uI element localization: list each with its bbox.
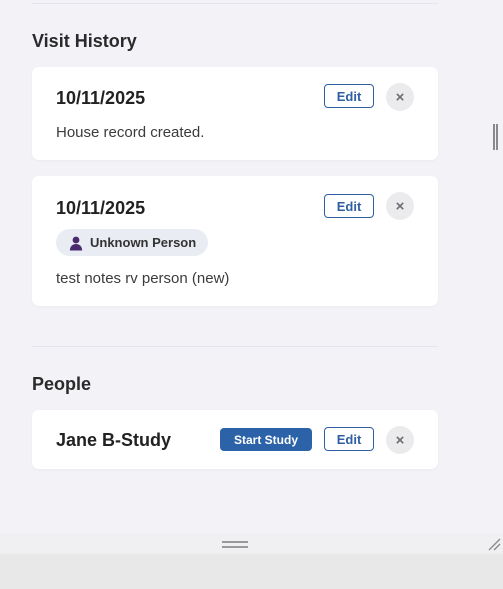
delete-visit-button[interactable]: ×	[386, 83, 414, 111]
visit-date: 10/11/2025	[56, 88, 146, 108]
visit-history-heading: Visit History	[32, 31, 137, 51]
person-name: Jane B-Study	[56, 430, 172, 450]
close-icon: ×	[395, 197, 405, 215]
drag-handle-icon[interactable]	[222, 541, 248, 548]
resize-corner-icon[interactable]	[487, 537, 501, 551]
visit-note: House record created.	[56, 124, 205, 141]
person-icon	[69, 236, 83, 250]
visit-note: test notes rv person (new)	[56, 270, 230, 287]
details-panel: Visit History 10/11/2025 Edit × House re…	[0, 0, 503, 534]
bottom-bar	[0, 554, 503, 589]
delete-person-button[interactable]: ×	[386, 426, 414, 454]
visit-card: 10/11/2025 Edit × Unknown Person test no…	[32, 176, 438, 306]
person-badge[interactable]: Unknown Person	[56, 229, 209, 256]
close-icon: ×	[395, 88, 405, 106]
top-divider	[32, 3, 438, 4]
scrollbar-thumb[interactable]	[493, 124, 498, 150]
edit-visit-button[interactable]: Edit	[324, 84, 374, 108]
person-badge-label: Unknown Person	[90, 235, 197, 250]
close-icon: ×	[395, 431, 405, 449]
people-heading: People	[32, 374, 92, 394]
delete-visit-button[interactable]: ×	[386, 192, 414, 220]
person-card: Jane B-Study Start Study Edit ×	[32, 410, 438, 469]
visit-date: 10/11/2025	[56, 198, 146, 218]
visit-card: 10/11/2025 Edit × House record created.	[32, 67, 438, 160]
edit-person-button[interactable]: Edit	[324, 427, 374, 451]
section-divider	[32, 346, 438, 347]
edit-visit-button[interactable]: Edit	[324, 194, 374, 218]
start-study-button[interactable]: Start Study	[220, 428, 312, 451]
resize-bar[interactable]	[0, 534, 503, 554]
